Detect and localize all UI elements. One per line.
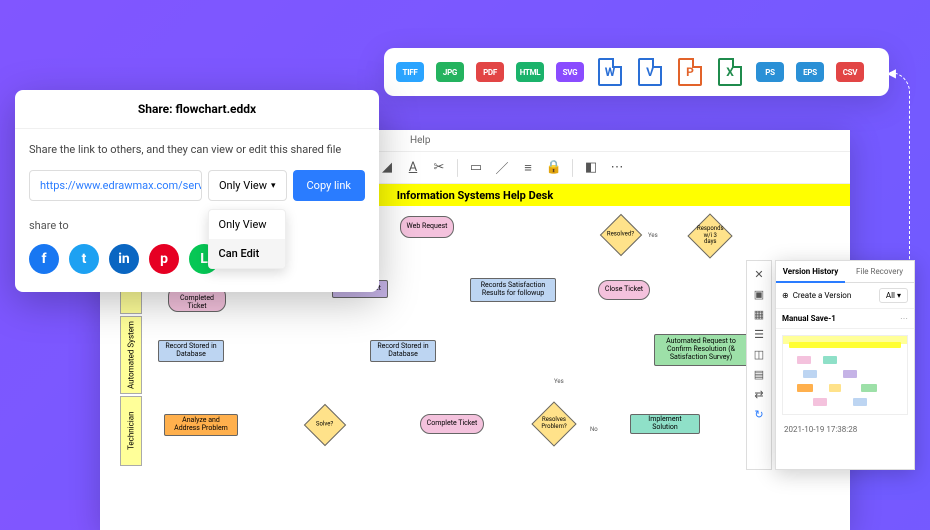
shapes-icon[interactable]: ◫ [750,345,768,363]
export-x-button[interactable]: X [712,54,748,90]
permission-label: Only View [219,179,267,192]
panel-icon[interactable]: ▣ [750,285,768,303]
lock-icon[interactable]: 🔒 [542,156,566,180]
tab-version-history[interactable]: Version History [776,261,845,283]
edge-label: No [590,426,598,433]
export-html-button[interactable]: HTML [512,54,548,90]
shape-icon[interactable]: ▭ [464,156,488,180]
node-resolved[interactable]: Resolved? [600,214,642,256]
node-close[interactable]: Close Ticket [598,280,650,300]
export-eps-button[interactable]: EPS [792,54,828,90]
permission-dropdown[interactable]: Only View Only View Can Edit [208,170,287,201]
node-record2[interactable]: Record Stored in Database [370,340,436,362]
crop-icon[interactable]: ✂ [427,156,451,180]
version-item[interactable]: Manual Save-1 ⋯ [776,309,914,329]
share-linkedin-button[interactable]: in [109,244,139,274]
export-p-button[interactable]: P [672,54,708,90]
create-version-label[interactable]: Create a Version [793,291,852,300]
share-description: Share the link to others, and they can v… [29,143,365,156]
permission-option-view[interactable]: Only View [209,210,285,239]
menu-help[interactable]: Help [410,135,430,146]
export-jpg-button[interactable]: JPG [432,54,468,90]
export-v-button[interactable]: V [632,54,668,90]
version-tabs: Version History File Recovery [776,261,914,283]
version-thumbnail[interactable] [782,335,908,415]
connector-arrow [890,72,910,282]
node-resolves[interactable]: Resolves Problem? [531,401,576,446]
node-auto-req[interactable]: Automated Request to Confirm Resolution … [654,334,748,366]
edge-label: Yes [554,378,564,385]
node-web-request[interactable]: Web Request [400,216,454,238]
share-url-input[interactable]: https://www.edrawmax.com/server.. [29,170,202,201]
node-implement[interactable]: Implement Solution [630,414,700,434]
list-icon[interactable]: ☰ [750,325,768,343]
permission-option-edit[interactable]: Can Edit [209,239,285,268]
permission-menu: Only View Can Edit [208,209,286,269]
theme-icon[interactable]: ◧ [579,156,603,180]
line-icon[interactable]: ／ [490,156,514,180]
node-records-sat[interactable]: Records Satisfaction Results for followu… [470,278,556,302]
right-sidebar: ✕ ▣ ▦ ☰ ◫ ▤ ⇄ ↻ [746,260,772,470]
version-filter-select[interactable]: All ▾ [879,288,908,303]
close-icon[interactable]: ✕ [750,265,768,283]
share-dialog: Share: flowchart.eddx Share the link to … [15,90,379,292]
version-item-label: Manual Save-1 [782,314,836,323]
export-ps-button[interactable]: PS [752,54,788,90]
share-dialog-title: Share: flowchart.eddx [15,90,379,129]
history-icon[interactable]: ↻ [750,405,768,423]
font-color-icon[interactable]: A [401,156,425,180]
export-w-button[interactable]: W [592,54,628,90]
edge-label: Yes [648,232,658,239]
export-svg-button[interactable]: SVG [552,54,588,90]
node-solve[interactable]: Solve? [304,404,346,446]
share-facebook-button[interactable]: f [29,244,59,274]
node-responds[interactable]: Responds w/i 3 days [687,213,732,258]
export-tiff-button[interactable]: TIFF [392,54,428,90]
version-history-panel: Version History File Recovery ⊕ Create a… [775,260,915,470]
node-complete[interactable]: Complete Ticket [420,414,484,434]
more-icon[interactable]: ⋯ [900,314,908,323]
export-pdf-button[interactable]: PDF [472,54,508,90]
line-style-icon[interactable]: ≡ [516,156,540,180]
grid-icon[interactable]: ▦ [750,305,768,323]
arrow-head-icon: ◀ [887,66,896,80]
more-icon[interactable]: ⋯ [605,156,629,180]
copy-link-button[interactable]: Copy link [293,170,365,201]
tab-file-recovery[interactable]: File Recovery [845,261,914,283]
node-record1[interactable]: Record Stored in Database [158,340,224,362]
export-formats-bar: TIFFJPGPDFHTMLSVGWVPXPSEPSCSV [384,48,889,96]
share-to-label: share to [29,219,365,232]
export-csv-button[interactable]: CSV [832,54,868,90]
create-version-row: ⊕ Create a Version All ▾ [776,283,914,309]
page-icon[interactable]: ▤ [750,365,768,383]
plus-icon[interactable]: ⊕ [782,291,789,300]
swimlane-label: Automated System [120,316,142,394]
connector-icon[interactable]: ⇄ [750,385,768,403]
share-twitter-button[interactable]: t [69,244,99,274]
swimlane-label: Technician [120,396,142,466]
share-pinterest-button[interactable]: p [149,244,179,274]
node-analyze[interactable]: Analyze and Address Problem [164,414,238,436]
version-date: 2021-10-19 17:38:28 [776,421,914,438]
social-share-row: ftinpL [29,244,365,274]
